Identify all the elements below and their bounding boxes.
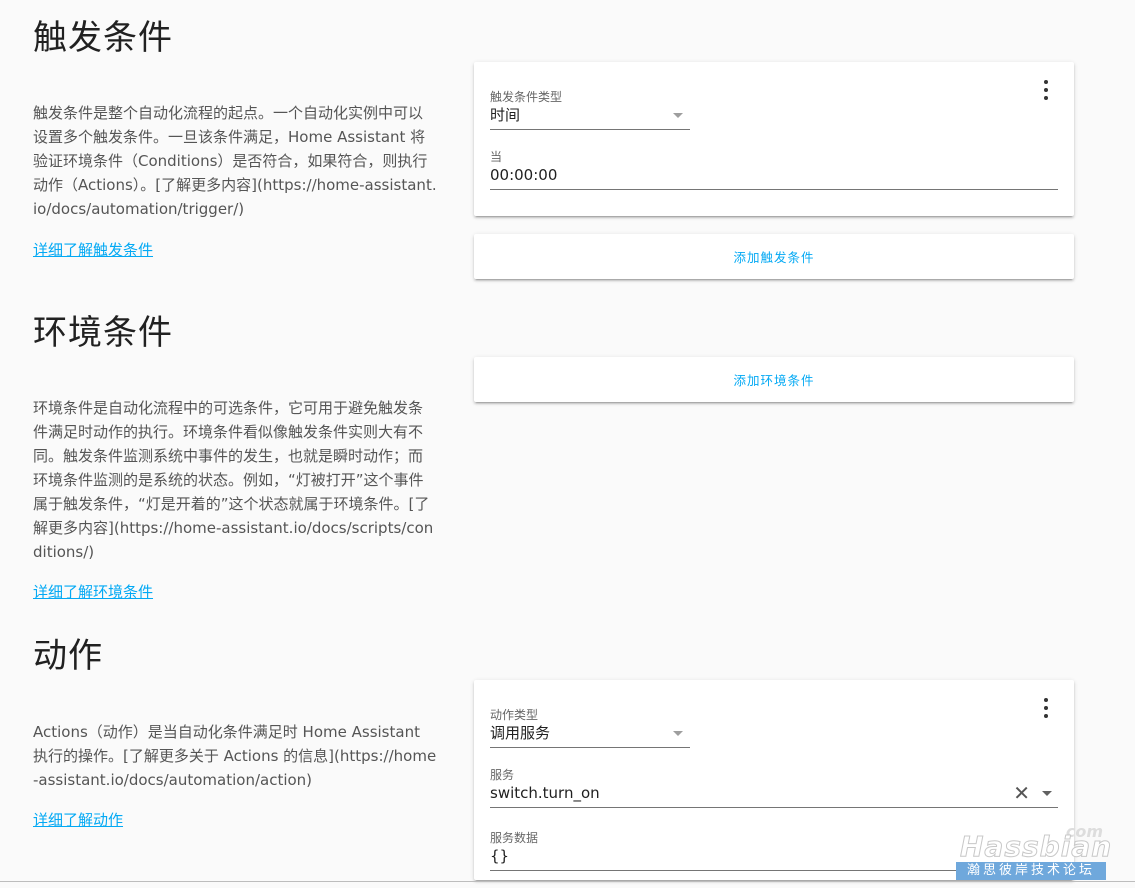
more-vert-icon[interactable]	[1038, 698, 1054, 718]
action-type-dropdown[interactable]: 动作类型 调用服务	[490, 708, 690, 748]
action-type-value[interactable]: 调用服务	[490, 722, 690, 748]
triggers-learn-more-link[interactable]: 详细了解触发条件	[33, 239, 153, 260]
automation-editor: 触发条件 触发条件是整个自动化流程的起点。一个自动化实例中可以设置多个触发条件。…	[0, 0, 1135, 888]
triggers-title: 触发条件	[33, 18, 173, 58]
watermark-name: Hassbian	[959, 830, 1113, 864]
watermark-tagline: 瀚思彼岸技术论坛	[956, 862, 1106, 880]
conditions-title: 环境条件	[33, 313, 173, 353]
dropdown-arrow-icon	[673, 113, 683, 118]
more-vert-icon[interactable]	[1038, 80, 1054, 100]
trigger-type-text: 时间	[490, 106, 521, 124]
trigger-at-label: 当	[490, 150, 503, 164]
action-type-label: 动作类型	[490, 708, 539, 722]
trigger-type-value[interactable]: 时间	[490, 104, 690, 130]
actions-description: Actions（动作）是当自动化条件满足时 Home Assistant 执行的…	[33, 723, 437, 789]
conditions-learn-more-link[interactable]: 详细了解环境条件	[33, 581, 153, 602]
service-text: switch.turn_on	[490, 784, 600, 802]
triggers-description: 触发条件是整个自动化流程的起点。一个自动化实例中可以设置多个触发条件。一旦该条件…	[33, 104, 437, 218]
actions-learn-more-link[interactable]: 详细了解动作	[33, 809, 123, 830]
conditions-description: 环境条件是自动化流程中的可选条件，它可用于避免触发条件满足时动作的执行。环境条件…	[33, 399, 434, 561]
actions-title: 动作	[33, 636, 103, 676]
bottom-divider	[0, 881, 1135, 882]
dropdown-arrow-icon[interactable]	[1042, 791, 1052, 796]
trigger-at-input[interactable]: 00:00:00	[490, 164, 1058, 190]
service-combobox[interactable]: 服务 switch.turn_on ✕	[490, 768, 1058, 808]
action-type-text: 调用服务	[490, 724, 551, 742]
service-input[interactable]: switch.turn_on ✕	[490, 782, 1058, 808]
service-label: 服务	[490, 768, 515, 782]
trigger-at-field[interactable]: 当 00:00:00	[490, 150, 1058, 190]
dropdown-arrow-icon	[673, 731, 683, 736]
trigger-card: 触发条件类型 时间 当 00:00:00	[474, 62, 1074, 216]
trigger-type-label: 触发条件类型	[490, 90, 563, 104]
add-condition-button[interactable]: 添加环境条件	[474, 357, 1074, 402]
hassbian-watermark: com Hassbian 瀚思彼岸技术论坛	[956, 822, 1113, 882]
trigger-type-dropdown[interactable]: 触发条件类型 时间	[490, 90, 690, 130]
add-trigger-button[interactable]: 添加触发条件	[474, 234, 1074, 279]
clear-icon[interactable]: ✕	[1013, 782, 1030, 804]
